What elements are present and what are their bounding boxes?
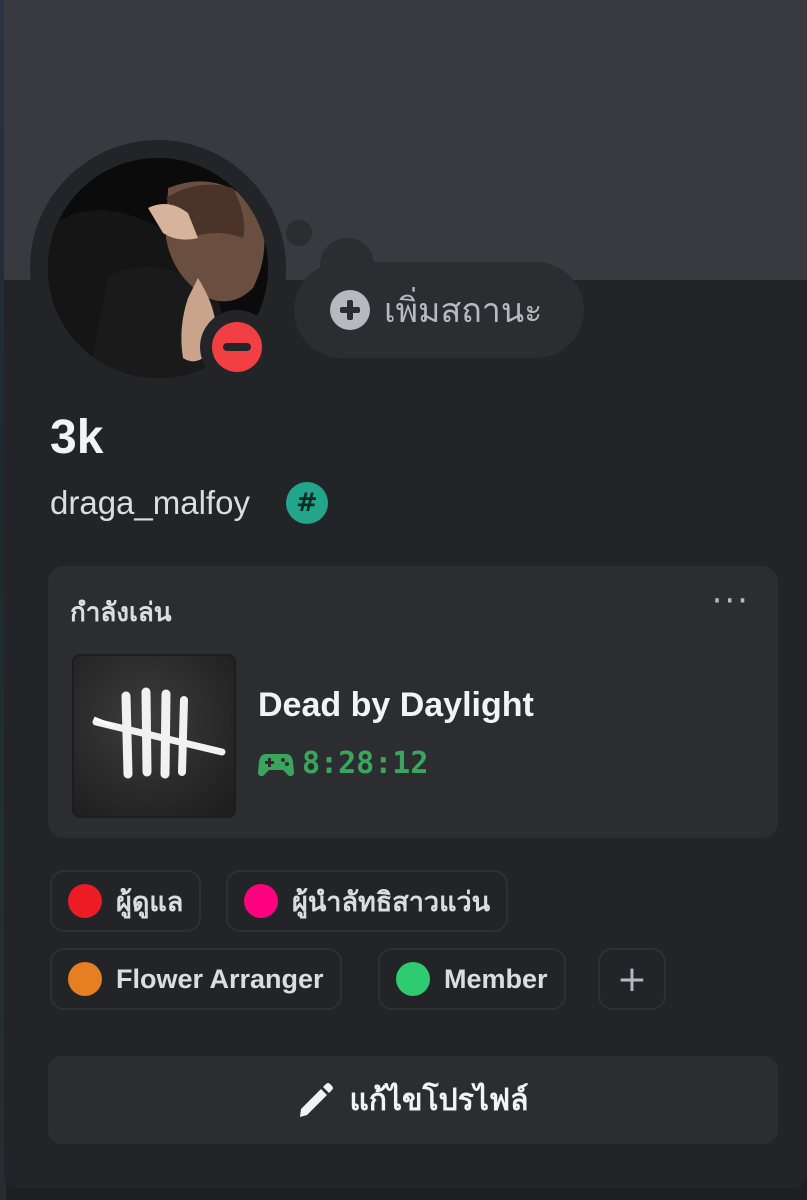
username: draga_malfoy [50, 484, 250, 521]
role-pill-flower-arranger[interactable]: Flower Arranger [50, 948, 342, 1010]
username-row: draga_malfoy # [50, 482, 328, 524]
role-color-dot [68, 884, 102, 918]
elapsed-row: 8:28:12 [258, 746, 428, 781]
role-label: Flower Arranger [116, 963, 324, 994]
profile-card: เพิ่มสถานะ 3k draga_malfoy # กำลังเล่น ·… [4, 0, 807, 1188]
dnd-status-icon [200, 310, 274, 384]
hashtag-badge-icon[interactable]: # [285, 482, 328, 524]
game-art[interactable] [72, 654, 236, 818]
more-options-icon[interactable]: ··· [712, 584, 750, 618]
role-label: ผู้นำลัทธิสาวแว่น [292, 886, 491, 917]
role-pill-admin[interactable]: ผู้ดูแล [50, 870, 202, 932]
elapsed-time: 8:28:12 [302, 746, 429, 781]
dbd-logo-icon [92, 687, 226, 779]
add-role-button[interactable]: + [598, 948, 666, 1010]
add-status-button[interactable]: เพิ่มสถานะ [294, 262, 584, 358]
activity-panel: กำลังเล่น ··· Dead by Daylight 8:28:12 [48, 566, 778, 838]
role-pill-member[interactable]: Member [378, 948, 566, 1010]
role-color-dot [244, 884, 278, 918]
pencil-icon [300, 1083, 334, 1117]
role-label: ผู้ดูแล [116, 886, 184, 917]
edit-profile-label: แก้ไขโปรไฟล์ [349, 1082, 529, 1118]
gamepad-icon [258, 753, 294, 776]
activity-header: กำลังเล่น [70, 598, 172, 628]
role-color-dot [68, 962, 102, 996]
game-title: Dead by Daylight [258, 686, 534, 724]
thought-bubble-small [286, 220, 312, 246]
plus-circle-icon [330, 290, 370, 330]
role-pill-leader[interactable]: ผู้นำลัทธิสาวแว่น [226, 870, 509, 932]
display-name: 3k [50, 411, 104, 464]
role-color-dot [396, 962, 430, 996]
role-label: Member [444, 963, 548, 994]
edit-profile-button[interactable]: แก้ไขโปรไฟล์ [48, 1056, 778, 1144]
add-status-label: เพิ่มสถานะ [384, 291, 543, 331]
